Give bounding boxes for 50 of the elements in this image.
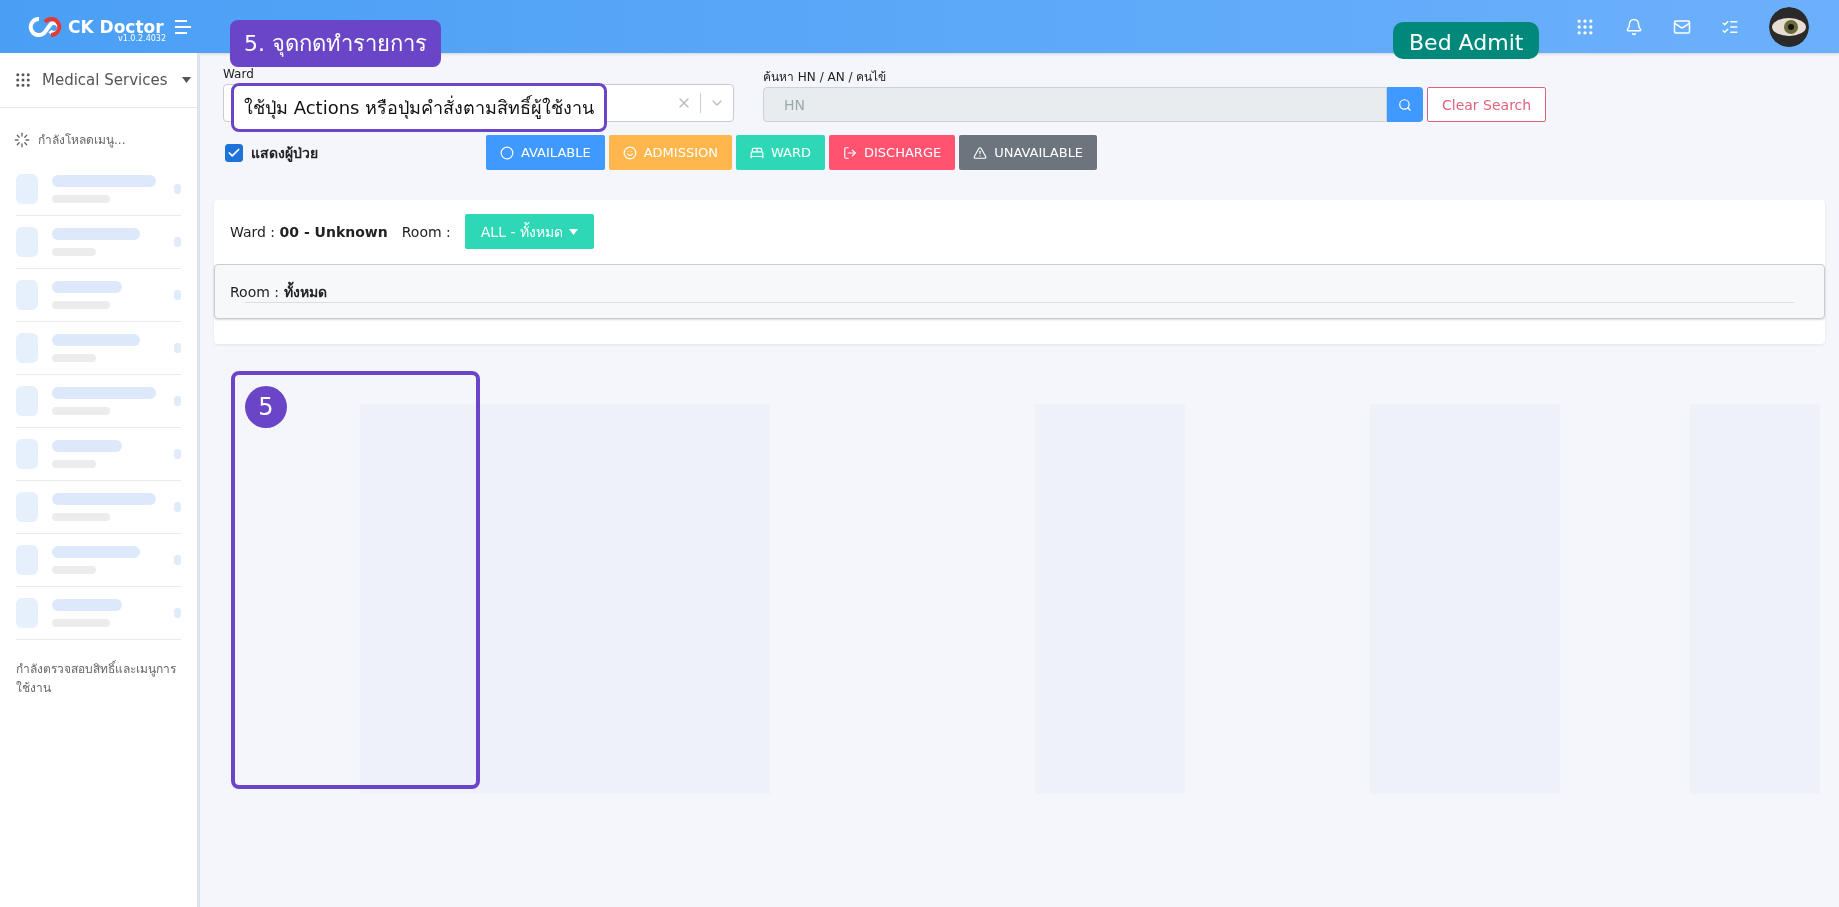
avatar[interactable] — [1769, 6, 1809, 47]
notification-icon[interactable] — [1625, 17, 1643, 36]
menu-toggle-icon[interactable] — [173, 19, 192, 34]
checkbox[interactable] — [225, 143, 243, 162]
skeleton-icon — [16, 280, 38, 310]
skeleton-icon — [16, 227, 38, 257]
skeleton-icon — [16, 598, 38, 628]
smile-icon — [622, 145, 637, 160]
caret-icon — [568, 228, 578, 235]
status-button[interactable]: WARD — [735, 135, 825, 170]
status-text: กำลังตรวจสอบสิทธิ์และเมนูการใช้งาน — [15, 659, 177, 698]
skeleton-icon — [16, 386, 38, 416]
skeleton-icon — [16, 439, 38, 469]
bed-icon — [749, 145, 764, 160]
search-button[interactable] — [1387, 87, 1423, 122]
search-field[interactable]: HN — [763, 87, 1387, 122]
checkbox-label: แสดงผู้ป่วย — [251, 143, 319, 164]
status-button[interactable]: ADMISSION — [608, 135, 732, 170]
field-label: ค้นหา HN / AN / คนไข้ — [763, 71, 887, 83]
annotation-tag: Bed Admit — [1393, 22, 1540, 59]
skeleton-line — [52, 440, 122, 452]
apps-grid-icon — [14, 71, 32, 89]
status-button[interactable]: AVAILABLE — [486, 135, 605, 170]
logo-icon — [28, 15, 62, 38]
skeleton-icon — [16, 545, 38, 575]
loading-text: กำลังโหลดเมนู... — [38, 132, 126, 149]
warning-icon — [973, 145, 988, 160]
status-button[interactable]: DISCHARGE — [829, 135, 956, 170]
clear-search-button[interactable]: Clear Search — [1427, 87, 1547, 122]
skeleton-icon — [16, 492, 38, 522]
skeleton-icon — [16, 333, 38, 363]
skeleton-icon — [16, 174, 38, 204]
annotation-tooltip: ใช้ปุ่ม Actions หรือปุ่มคำสั่งตามสิทธิ์ผู้ใช้งาน — [231, 83, 608, 132]
room-info: Room : ทั้งหมด — [230, 280, 327, 302]
mail-icon[interactable] — [1673, 17, 1691, 36]
search-icon — [1398, 97, 1412, 112]
step-marker: 5 — [245, 386, 287, 428]
exit-icon — [843, 145, 857, 160]
spinner-icon — [14, 131, 30, 148]
status-button[interactable]: UNAVAILABLE — [959, 135, 1098, 170]
field-label: Ward — [223, 68, 254, 80]
skeleton-line — [52, 281, 122, 293]
circle-icon — [500, 145, 514, 160]
caret-icon — [181, 77, 191, 83]
ward-info: Ward : 00 - Unknown — [230, 223, 388, 240]
module-selector[interactable]: Medical Services — [42, 71, 168, 89]
annotation-callout: 5. จุดกดทำรายการ — [230, 20, 441, 67]
room-dropdown[interactable]: ALL - ทั้งหมด — [464, 214, 594, 249]
skeleton-line — [52, 599, 122, 611]
room-label: Room : — [401, 223, 451, 240]
